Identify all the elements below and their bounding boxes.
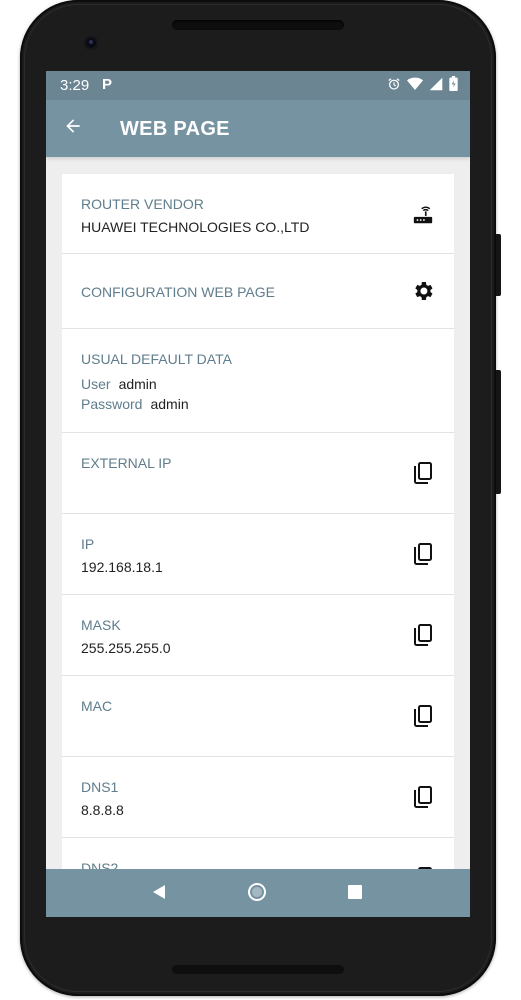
info-list: ROUTER VENDOR HUAWEI TECHNOLOGIES CO.,LT… xyxy=(62,174,454,874)
default-password: Password admin xyxy=(81,396,189,412)
password-value: admin xyxy=(150,396,189,412)
nav-back-button[interactable] xyxy=(146,881,172,907)
ip-value: 192.168.18.1 xyxy=(81,559,163,575)
power-button xyxy=(496,370,501,494)
back-button[interactable] xyxy=(58,113,88,143)
screen: 3:29 P WEB PAGE ROUTER VENDOR HUAWEI TEC… xyxy=(46,71,470,917)
copy-icon[interactable] xyxy=(410,622,436,648)
app-notification-indicator: P xyxy=(102,76,113,93)
mask-label: MASK xyxy=(81,617,121,633)
page-title: WEB PAGE xyxy=(120,118,230,140)
volume-button xyxy=(496,234,501,296)
mask-row: MASK 255.255.255.0 xyxy=(62,595,454,676)
home-circle-icon xyxy=(247,882,267,907)
copy-icon[interactable] xyxy=(410,541,436,567)
wifi-icon xyxy=(407,77,423,96)
ip-label: IP xyxy=(81,536,95,552)
dns1-label: DNS1 xyxy=(81,779,119,795)
router-vendor-label: ROUTER VENDOR xyxy=(81,196,204,212)
battery-icon xyxy=(449,76,458,96)
copy-icon[interactable] xyxy=(410,460,436,486)
gear-icon[interactable] xyxy=(410,278,436,304)
router-vendor-value: HUAWEI TECHNOLOGIES CO.,LTD xyxy=(81,219,310,235)
nav-recents-button[interactable] xyxy=(342,881,368,907)
password-key: Password xyxy=(81,396,143,412)
alarm-icon xyxy=(387,77,401,96)
phone-frame: 3:29 P WEB PAGE ROUTER VENDOR HUAWEI TEC… xyxy=(20,0,501,996)
copy-icon[interactable] xyxy=(410,784,436,810)
app-bar: WEB PAGE xyxy=(46,100,470,157)
status-icons xyxy=(387,76,458,96)
default-user: User admin xyxy=(81,376,157,392)
triangle-back-icon xyxy=(151,884,167,905)
user-key: User xyxy=(81,376,111,392)
mac-row: MAC xyxy=(62,676,454,757)
front-camera xyxy=(84,36,98,50)
dns1-row: DNS1 8.8.8.8 xyxy=(62,757,454,838)
user-value: admin xyxy=(118,376,157,392)
status-bar: 3:29 P xyxy=(46,71,470,100)
default-data-row: USUAL DEFAULT DATA User admin Password a… xyxy=(62,329,454,433)
earpiece-speaker xyxy=(172,20,344,30)
external-ip-row: EXTERNAL IP xyxy=(62,433,454,514)
dns1-value: 8.8.8.8 xyxy=(81,802,124,818)
signal-icon xyxy=(429,77,443,96)
mask-value: 255.255.255.0 xyxy=(81,640,171,656)
info-card: ROUTER VENDOR HUAWEI TECHNOLOGIES CO.,LT… xyxy=(62,174,454,874)
default-data-label: USUAL DEFAULT DATA xyxy=(81,351,232,367)
config-web-page-row[interactable]: CONFIGURATION WEB PAGE xyxy=(62,254,454,329)
arrow-left-icon xyxy=(63,116,83,141)
config-web-page-label: CONFIGURATION WEB PAGE xyxy=(81,284,275,300)
square-recents-icon xyxy=(347,884,363,905)
mac-label: MAC xyxy=(81,698,113,714)
copy-icon[interactable] xyxy=(410,703,436,729)
router-icon xyxy=(410,202,436,228)
navigation-bar xyxy=(46,869,470,917)
nav-home-button[interactable] xyxy=(244,881,270,907)
external-ip-label: EXTERNAL IP xyxy=(81,455,172,471)
bottom-speaker xyxy=(172,965,344,974)
ip-row: IP 192.168.18.1 xyxy=(62,514,454,595)
status-time: 3:29 xyxy=(60,77,90,94)
router-vendor-row: ROUTER VENDOR HUAWEI TECHNOLOGIES CO.,LT… xyxy=(62,174,454,254)
